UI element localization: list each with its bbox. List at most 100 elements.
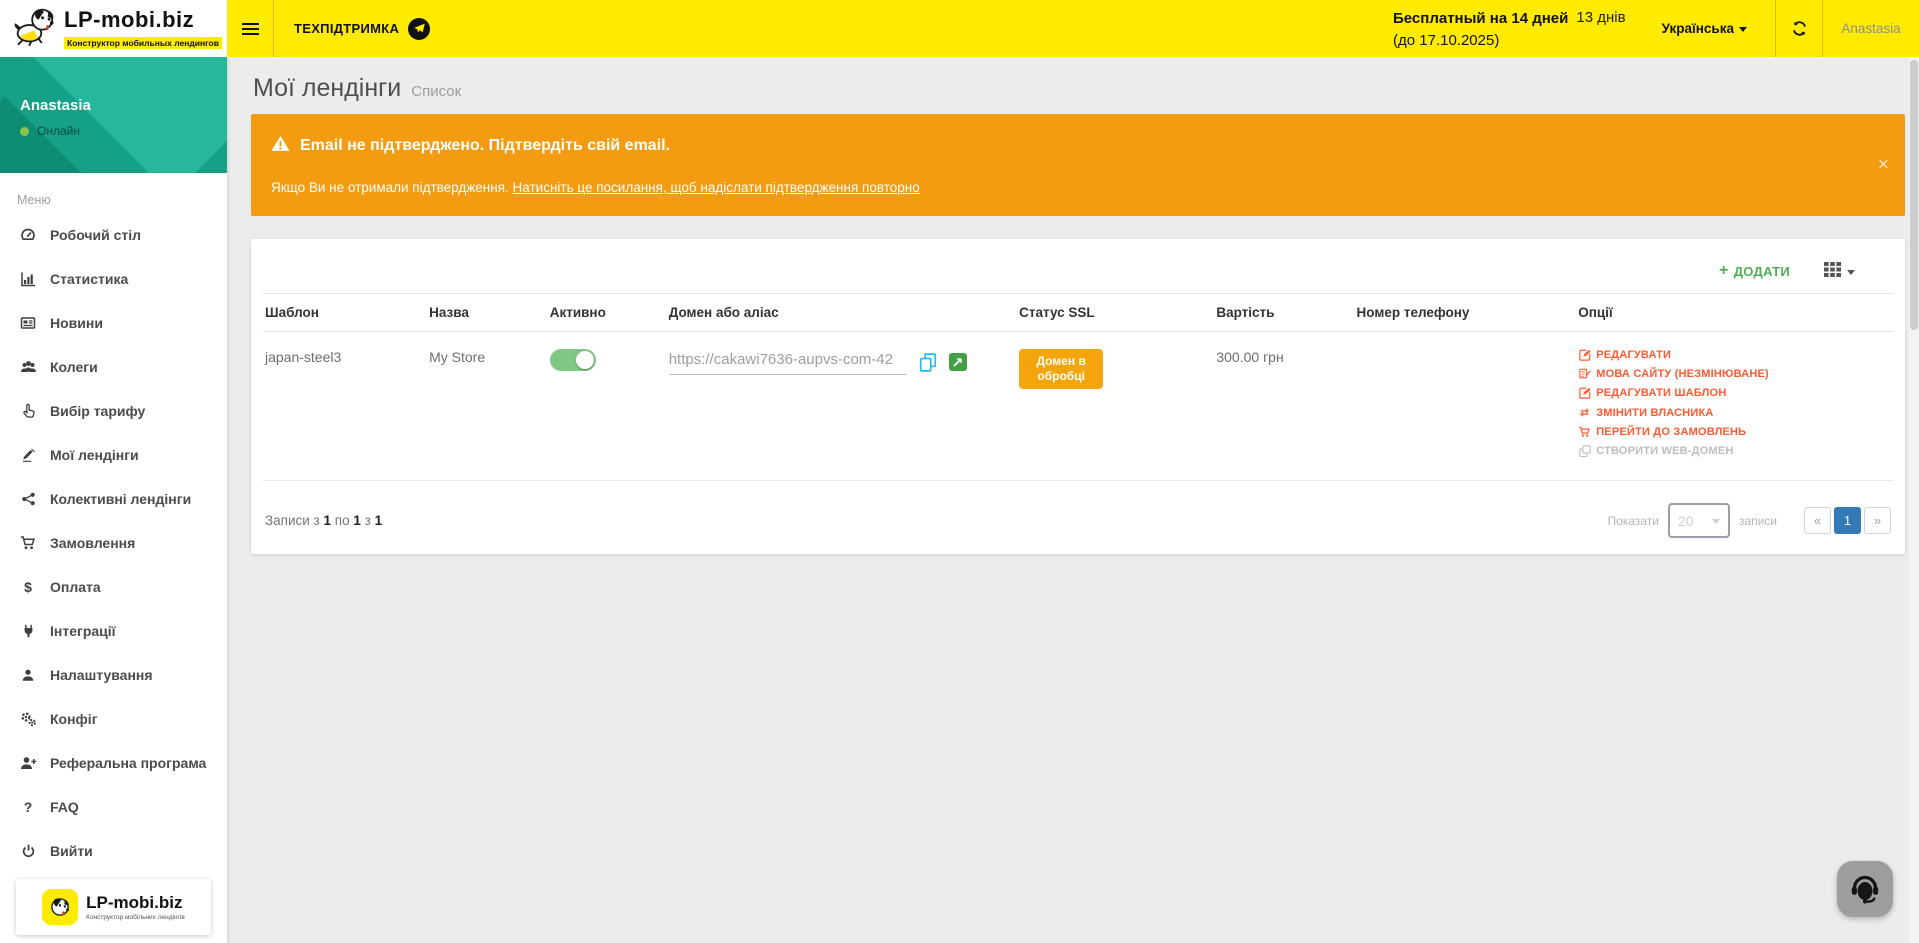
col-phone: Номер телефону <box>1349 294 1571 332</box>
active-toggle[interactable] <box>550 349 596 371</box>
online-status-dot <box>20 127 29 136</box>
row-options: РЕДАГУВАТИ МОВА САЙТУ (НЕЗМІНЮВАНЕ) РЕДА… <box>1578 349 1885 457</box>
sidebar-item-dashboard[interactable]: Робочий стіл <box>0 213 227 257</box>
app: LP-mobi.biz Конструктор мобильных лендин… <box>0 0 1919 943</box>
col-name: Назва <box>421 294 542 332</box>
support-chat-button[interactable] <box>1837 861 1893 917</box>
headset-icon <box>1847 870 1883 909</box>
domain-input[interactable] <box>669 349 907 375</box>
page-size-select[interactable]: 20 <box>1668 503 1730 538</box>
chevron-down-icon <box>1739 27 1747 32</box>
sidebar-item-orders[interactable]: Замовлення <box>0 521 227 565</box>
cell-phone <box>1349 332 1571 481</box>
cell-price: 300.00 грн <box>1208 332 1348 481</box>
sidebar: Anastasia Онлайн Меню Робочий стіл Стати… <box>0 57 227 943</box>
edit-icon <box>1578 387 1591 399</box>
sidebar-item-tariff[interactable]: Вибір тарифу <box>0 389 227 433</box>
go-to-orders-link[interactable]: ПЕРЕЙТИ ДО ЗАМОВЛЕНЬ <box>1578 426 1885 438</box>
trial-until: (до 17.10.2025) <box>1393 32 1499 49</box>
menu-section-label: Меню <box>0 173 227 213</box>
edit-landing-link[interactable]: РЕДАГУВАТИ <box>1578 349 1885 361</box>
sidebar-menu: Робочий стіл Статистика Новини Колеги Ви… <box>0 213 227 873</box>
table-header-row: Шаблон Назва Активно Домен або аліас Ста… <box>263 294 1893 332</box>
copy-domain-button[interactable] <box>919 353 937 372</box>
warning-title: Email не підтверджено. Підтвердіть свій … <box>300 137 670 155</box>
logo-title: LP-mobi.biz <box>64 7 222 33</box>
pen-icon <box>19 447 37 463</box>
create-web-domain-link: СТВОРИТИ WEB-ДОМЕН <box>1578 445 1885 457</box>
sidebar-item-config[interactable]: Конфіг <box>0 697 227 741</box>
sidebar-item-collective-landings[interactable]: Колективні лендінги <box>0 477 227 521</box>
sidebar-item-settings[interactable]: Налаштування <box>0 653 227 697</box>
prev-page-button[interactable]: « <box>1804 507 1831 534</box>
app-logo[interactable]: LP-mobi.biz Конструктор мобильных лендин… <box>0 0 227 57</box>
sidebar-footer-logo[interactable]: LP-mobi.biz Конструктор мобільних лендін… <box>16 879 211 935</box>
sidebar-toggle-button[interactable] <box>227 0 274 57</box>
language-selector[interactable]: Українська <box>1662 0 1747 57</box>
trial-plan-name: Бесплатный на 14 дней <box>1393 10 1568 27</box>
dog-mascot-icon <box>42 889 78 925</box>
refresh-icon <box>1791 20 1808 37</box>
landings-table: Шаблон Назва Активно Домен або аліас Ста… <box>263 293 1893 481</box>
resend-confirmation-link[interactable]: Натисніть це посилання, щоб надіслати пі… <box>513 180 920 195</box>
change-owner-link[interactable]: ⇄ ЗМІНИТИ ВЛАСНИКА <box>1578 406 1885 419</box>
trial-days-left: 13 днів <box>1576 8 1625 26</box>
content-area: Мої лендінги Список Email не підтверджен… <box>227 57 1919 943</box>
refresh-button[interactable] <box>1776 0 1822 57</box>
scrollbar-thumb[interactable] <box>1910 60 1918 330</box>
hand-pointer-icon <box>19 403 37 419</box>
sidebar-item-my-landings[interactable]: Мої лендінги <box>0 433 227 477</box>
page-subtitle: Список <box>411 83 461 100</box>
sidebar-item-faq[interactable]: ? FAQ <box>0 785 227 829</box>
page-title: Мої лендінги <box>253 74 401 103</box>
sidebar-item-statistics[interactable]: Статистика <box>0 257 227 301</box>
records-label: записи <box>1739 514 1777 528</box>
table-footer: Записи з 1 по 1 з 1 Показати 20 записи « <box>263 497 1893 540</box>
edit-template-link[interactable]: РЕДАГУВАТИ ШАБЛОН <box>1578 387 1885 399</box>
telegram-icon <box>408 18 430 40</box>
user-name: Anastasia <box>0 57 227 114</box>
user-icon <box>19 667 37 683</box>
column-visibility-button[interactable] <box>1824 262 1855 280</box>
sidebar-item-logout[interactable]: Вийти <box>0 829 227 873</box>
page-1-button[interactable]: 1 <box>1834 507 1861 534</box>
close-banner-button[interactable]: × <box>1878 156 1889 175</box>
email-warning-banner: Email не підтверджено. Підтвердіть свій … <box>251 114 1905 216</box>
sidebar-item-referral[interactable]: Реферальна програма <box>0 741 227 785</box>
next-page-button[interactable]: » <box>1864 507 1891 534</box>
share-icon <box>19 491 37 507</box>
site-language-link[interactable]: МОВА САЙТУ (НЕЗМІНЮВАНЕ) <box>1578 368 1885 380</box>
support-label: ТЕХПІДТРИМКА <box>294 21 399 36</box>
edit-icon <box>1578 349 1591 361</box>
cart-icon <box>19 535 37 551</box>
dashboard-icon <box>19 227 37 243</box>
tech-support-link[interactable]: ТЕХПІДТРИМКА <box>294 0 430 57</box>
page-header: Мої лендінги Список <box>251 57 1905 114</box>
records-info: Записи з 1 по 1 з 1 <box>265 513 382 528</box>
top-bar: LP-mobi.biz Конструктор мобильных лендин… <box>0 0 1919 57</box>
page-scrollbar[interactable] <box>1909 57 1919 943</box>
sidebar-item-integrations[interactable]: Інтеграції <box>0 609 227 653</box>
user-profile-panel: Anastasia Онлайн <box>0 57 227 173</box>
ssl-status-badge: Домен в обробці <box>1019 349 1103 389</box>
add-landing-button[interactable]: + ДОДАТИ <box>1719 262 1790 280</box>
sidebar-item-colleagues[interactable]: Колеги <box>0 345 227 389</box>
table-toolbar: + ДОДАТИ <box>263 249 1893 293</box>
col-domain: Домен або аліас <box>661 294 1011 332</box>
grid-icon <box>1824 262 1841 280</box>
question-icon: ? <box>19 799 37 815</box>
dog-mascot-icon <box>12 6 56 51</box>
exchange-icon: ⇄ <box>1578 406 1591 419</box>
open-site-button[interactable] <box>949 353 967 371</box>
sidebar-item-news[interactable]: Новини <box>0 301 227 345</box>
col-options: Опції <box>1570 294 1893 332</box>
account-menu[interactable]: Anastasia <box>1823 0 1919 57</box>
sidebar-item-payment[interactable]: $ Оплата <box>0 565 227 609</box>
footer-logo-title: LP-mobi.biz <box>86 893 185 913</box>
cart-icon <box>1578 426 1591 438</box>
news-icon <box>19 315 37 331</box>
copy-icon <box>919 353 937 372</box>
show-label: Показати <box>1607 514 1658 528</box>
pagination: « 1 » <box>1804 507 1891 534</box>
online-status-label: Онлайн <box>37 124 80 138</box>
